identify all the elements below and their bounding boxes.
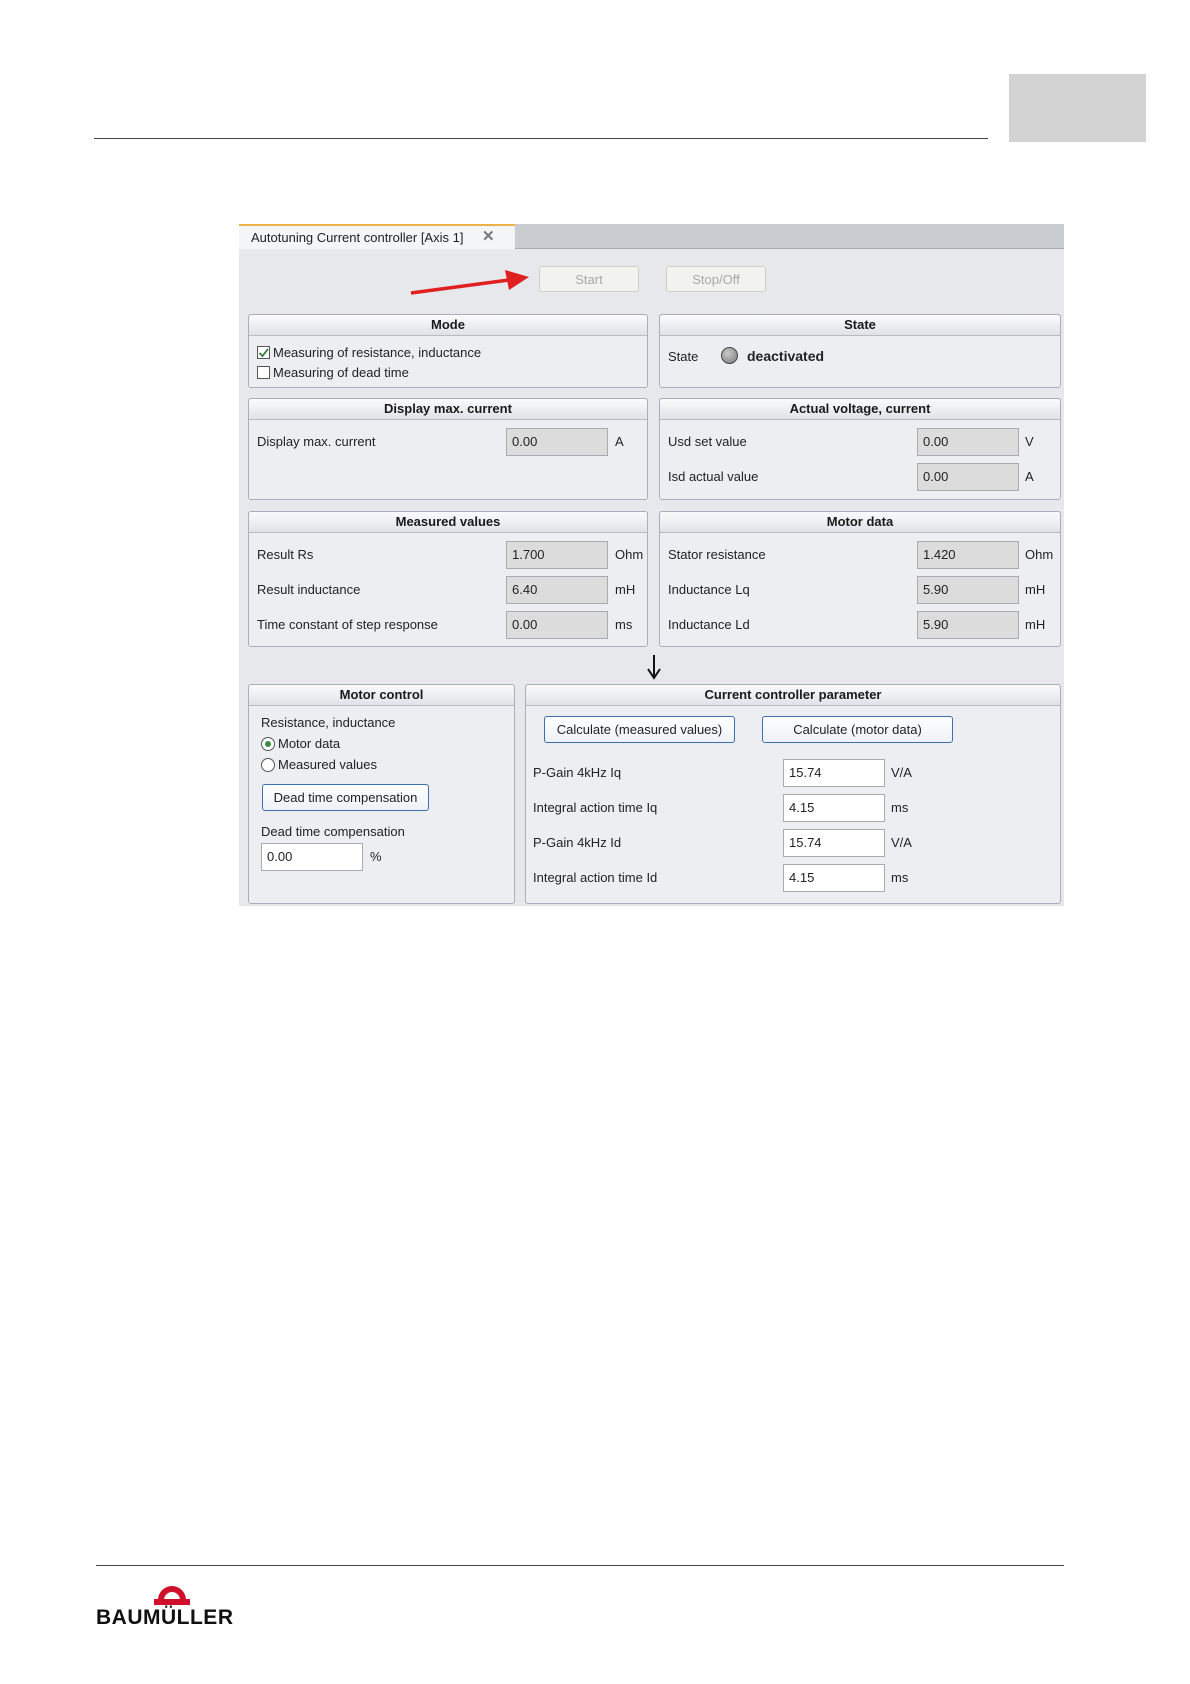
result-inductance-label: Result inductance (257, 582, 361, 597)
display-max-current-field: 0.00 (506, 428, 608, 456)
state-value: deactivated (747, 348, 825, 364)
actual-voltage-current-title: Actual voltage, current (660, 399, 1060, 420)
state-label: State (668, 349, 699, 364)
unit-label: A (1025, 469, 1034, 484)
resistance-inductance-label: Resistance, inductance (261, 715, 396, 730)
stator-resistance-field: 1.420 (917, 541, 1019, 569)
close-icon[interactable]: ✕ (482, 227, 495, 245)
radio-measured-values-label: Measured values (278, 757, 377, 772)
p-gain-id-label: P-Gain 4kHz Id (533, 835, 622, 850)
integral-time-id-input[interactable]: 4.15 (783, 864, 885, 892)
tab-autotuning[interactable]: Autotuning Current controller [Axis 1] ✕ (239, 224, 515, 249)
integral-time-id-label: Integral action time Id (533, 870, 658, 885)
mode-panel: Mode Measuring of resistance, inductance… (248, 314, 648, 388)
unit-label: Ohm (1025, 547, 1054, 562)
inductance-ld-label: Inductance Ld (668, 617, 750, 632)
unit-label: A (615, 434, 624, 449)
inductance-lq-label: Inductance Lq (668, 582, 750, 597)
motor-data-title: Motor data (660, 512, 1060, 533)
unit-label: Ohm (615, 547, 644, 562)
check-icon (258, 348, 269, 358)
p-gain-id-input[interactable]: 15.74 (783, 829, 885, 857)
time-constant-label: Time constant of step response (257, 617, 438, 632)
p-gain-iq-label: P-Gain 4kHz Iq (533, 765, 622, 780)
unit-label: % (370, 849, 382, 864)
usd-set-value-label: Usd set value (668, 434, 747, 449)
result-inductance-field: 6.40 (506, 576, 608, 604)
unit-label: mH (1025, 582, 1046, 597)
down-arrow-icon (647, 655, 661, 680)
current-controller-panel: Current controller parameter Calculate (… (525, 684, 1061, 904)
mode-option-label: Measuring of resistance, inductance (273, 345, 482, 360)
radio-motor-data-label: Motor data (278, 736, 341, 751)
state-panel: State State deactivated (659, 314, 1061, 388)
motor-control-title: Motor control (249, 685, 514, 706)
integral-time-iq-label: Integral action time Iq (533, 800, 658, 815)
dead-time-compensation-button[interactable]: Dead time compensation (262, 784, 429, 811)
unit-label: V/A (891, 765, 912, 780)
mode-option-label: Measuring of dead time (273, 365, 409, 380)
measured-values-panel: Measured values Result Rs 1.700 Ohm Resu… (248, 511, 648, 647)
calculate-motor-data-button[interactable]: Calculate (motor data) (762, 716, 953, 743)
checkbox-measure-resistance[interactable] (257, 346, 270, 359)
unit-label: mH (615, 582, 636, 597)
stator-resistance-label: Stator resistance (668, 547, 766, 562)
inductance-ld-field: 5.90 (917, 611, 1019, 639)
mode-title: Mode (249, 315, 647, 336)
radio-measured-values[interactable] (261, 758, 275, 772)
result-rs-label: Result Rs (257, 547, 314, 562)
red-arrow-icon (410, 270, 529, 295)
integral-time-iq-input[interactable]: 4.15 (783, 794, 885, 822)
display-max-current-panel: Display max. current Display max. curren… (248, 398, 648, 500)
logo-mark-icon (154, 1586, 190, 1605)
radio-motor-data[interactable] (261, 737, 275, 751)
p-gain-iq-input[interactable]: 15.74 (783, 759, 885, 787)
tab-bar: Autotuning Current controller [Axis 1] ✕ (239, 224, 1064, 249)
result-rs-field: 1.700 (506, 541, 608, 569)
current-controller-title: Current controller parameter (526, 685, 1060, 706)
page-corner-marker (1009, 74, 1146, 142)
start-button[interactable]: Start (539, 266, 639, 292)
stop-off-button[interactable]: Stop/Off (666, 266, 766, 292)
logo-text: BAUMÜLLER (96, 1606, 234, 1629)
header-rule (94, 138, 988, 139)
measured-values-title: Measured values (249, 512, 647, 533)
actual-voltage-current-panel: Actual voltage, current Usd set value 0.… (659, 398, 1061, 500)
unit-label: ms (891, 870, 909, 885)
unit-label: V/A (891, 835, 912, 850)
display-max-current-title: Display max. current (249, 399, 647, 420)
unit-label: V (1025, 434, 1034, 449)
usd-set-value-field: 0.00 (917, 428, 1019, 456)
state-title: State (660, 315, 1060, 336)
dead-time-compensation-label: Dead time compensation (261, 824, 405, 839)
time-constant-field: 0.00 (506, 611, 608, 639)
dead-time-compensation-input[interactable]: 0.00 (261, 843, 363, 871)
unit-label: ms (615, 617, 633, 632)
isd-actual-value-label: Isd actual value (668, 469, 759, 484)
unit-label: mH (1025, 617, 1046, 632)
calculate-measured-values-button[interactable]: Calculate (measured values) (544, 716, 735, 743)
motor-control-panel: Motor control Resistance, inductance Mot… (248, 684, 515, 904)
checkbox-measure-dead-time[interactable] (257, 366, 270, 379)
tab-title: Autotuning Current controller [Axis 1] (251, 230, 464, 245)
autotuning-window: Autotuning Current controller [Axis 1] ✕… (239, 224, 1064, 906)
inductance-lq-field: 5.90 (917, 576, 1019, 604)
display-max-current-label: Display max. current (257, 434, 376, 449)
unit-label: ms (891, 800, 909, 815)
isd-actual-value-field: 0.00 (917, 463, 1019, 491)
motor-data-panel: Motor data Stator resistance 1.420 Ohm I… (659, 511, 1061, 647)
footer-rule (96, 1565, 1064, 1566)
baumuller-logo: BAUMÜLLER (96, 1578, 246, 1634)
state-led-icon (721, 347, 738, 364)
